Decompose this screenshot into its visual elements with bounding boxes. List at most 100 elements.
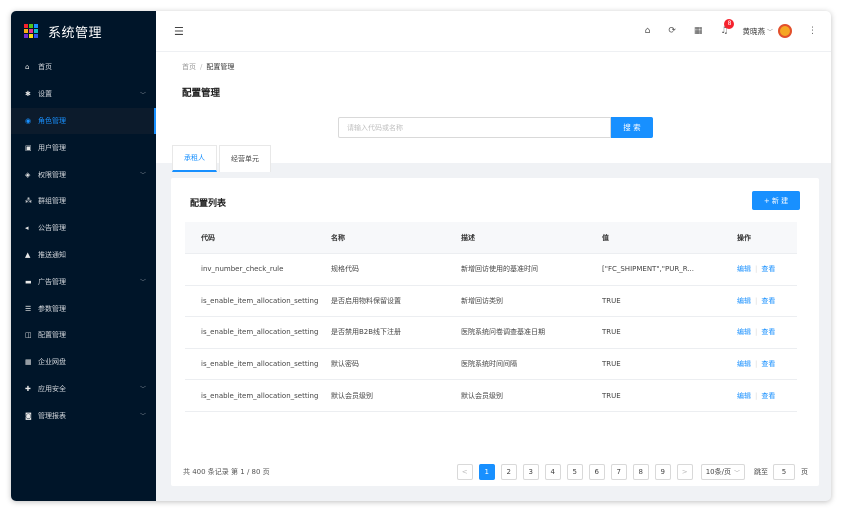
security-icon: ✚: [25, 384, 31, 393]
sidebar-item-5[interactable]: ◈ 权限管理 ﹀: [11, 161, 156, 188]
role-icon: ◉: [25, 116, 32, 125]
action-separator: |: [755, 391, 758, 400]
view-link[interactable]: 查看: [761, 360, 775, 368]
sidebar-item-label: 首页: [38, 63, 52, 72]
app-grid-logo-icon: [24, 24, 38, 38]
sidebar-item-12[interactable]: ▦ 企业网盘: [11, 349, 156, 376]
breadcrumb-home[interactable]: 首页: [182, 63, 196, 71]
page-button[interactable]: 1: [478, 464, 495, 480]
user-icon: ▣: [25, 143, 32, 152]
page-head: 首页/配置管理 配置管理 搜 索 承租人经营单元: [156, 51, 831, 172]
page-button[interactable]: 6: [588, 464, 605, 480]
action-separator: |: [755, 265, 758, 274]
table-row: inv_number_check_rule 规格代码 新增回访使用的基准时间 ["FC…: [185, 254, 797, 286]
table-cell: is_enable_item_allocation_setting: [201, 391, 319, 400]
sidebar-item-9[interactable]: ▬ 广告管理 ﹀: [11, 268, 156, 295]
column-header: 操作: [737, 233, 751, 242]
config-table: 代码 名称 描述 值 操作 inv_number_check_rule 规格代码 新增回访使…: [185, 222, 797, 412]
view-link[interactable]: 查看: [761, 297, 775, 305]
apps-icon[interactable]: ▦: [694, 26, 703, 36]
edit-link[interactable]: 编辑: [737, 265, 751, 273]
logo-dot: [24, 24, 28, 28]
new-button[interactable]: + 新 建: [752, 191, 800, 210]
search-button[interactable]: 搜 索: [611, 117, 653, 138]
sidebar-item-2[interactable]: ✱ 设置 ﹀: [11, 81, 156, 108]
logo-dot: [24, 34, 28, 38]
page-button[interactable]: 9: [654, 464, 671, 480]
speaker-icon: ◂: [25, 224, 29, 233]
table-cell: 默认密码: [331, 360, 359, 369]
action-separator: |: [755, 360, 758, 369]
gear-icon: ✱: [25, 90, 31, 99]
header-actions: ⌂ ⟳ ▦ ♫ 8 黄晓燕 ﹀ ⋮: [627, 19, 817, 38]
breadcrumb-current: 配置管理: [206, 63, 235, 71]
sidebar-item-8[interactable]: ▲ 推送通知: [11, 242, 156, 269]
page-button[interactable]: 3: [522, 464, 539, 480]
chevron-down-icon: ﹀: [139, 279, 146, 287]
sidebar-item-1[interactable]: ⌂ 首页: [11, 54, 156, 81]
view-link[interactable]: 查看: [761, 392, 775, 400]
chevron-down-icon: ﹀: [139, 91, 146, 99]
sidebar-item-6[interactable]: ⁂ 群组管理: [11, 188, 156, 215]
sidebar-item-11[interactable]: ◫ 配置管理: [11, 322, 156, 349]
table-cell: is_enable_item_allocation_setting: [201, 328, 319, 337]
user-menu[interactable]: 黄晓燕 ﹀: [742, 24, 792, 38]
avatar[interactable]: [778, 24, 792, 38]
report-icon: ◙: [25, 411, 32, 420]
edit-link[interactable]: 编辑: [737, 392, 751, 400]
jump-label: 跳至: [754, 468, 768, 476]
sidebar-item-label: 用户管理: [38, 143, 66, 152]
view-link[interactable]: 查看: [761, 265, 775, 273]
search-input[interactable]: [338, 117, 611, 138]
tab-2[interactable]: 经营单元: [219, 145, 271, 172]
column-header: 代码: [201, 233, 215, 242]
chevron-down-icon: ﹀: [139, 172, 146, 180]
page-button[interactable]: 5: [566, 464, 583, 480]
edit-link[interactable]: 编辑: [737, 328, 751, 336]
page-button[interactable]: 7: [610, 464, 627, 480]
config-icon: ◫: [25, 331, 32, 340]
refresh-icon[interactable]: ⟳: [668, 26, 676, 36]
menu-toggle-icon[interactable]: ☰: [174, 25, 184, 38]
sidebar-item-10[interactable]: ☰ 参数管理: [11, 295, 156, 322]
page-button[interactable]: 2: [500, 464, 517, 480]
tab-1[interactable]: 承租人: [172, 145, 217, 172]
jump-page-input[interactable]: [773, 464, 795, 480]
more-vertical-icon[interactable]: ⋮: [808, 26, 817, 36]
group-icon: ⁂: [25, 197, 32, 206]
page-size-value: 10条/页: [705, 468, 731, 476]
chevron-down-icon: ﹀: [766, 28, 773, 36]
column-header: 值: [602, 233, 609, 242]
page-button[interactable]: 4: [544, 464, 561, 480]
config-list-card: 配置列表 + 新 建 代码 名称 描述 值 操作 inv_number_check_ru…: [171, 178, 819, 486]
logo-dot: [29, 24, 33, 28]
home-icon: ⌂: [25, 63, 30, 72]
prev-page-button[interactable]: <: [456, 464, 473, 480]
view-link[interactable]: 查看: [761, 328, 775, 336]
edit-link[interactable]: 编辑: [737, 360, 751, 368]
home-icon[interactable]: ⌂: [645, 26, 651, 36]
table-cell: ["FC_SHIPMENT","PUR_R...: [602, 265, 694, 274]
top-header: ☰ ⌂ ⟳ ▦ ♫ 8 黄晓燕 ﹀ ⋮: [156, 11, 831, 51]
edit-link[interactable]: 编辑: [737, 297, 751, 305]
next-page-button[interactable]: >: [676, 464, 693, 480]
user-name: 黄晓燕: [742, 26, 765, 36]
disk-icon: ▦: [25, 358, 32, 367]
sidebar-item-label: 权限管理: [38, 170, 66, 179]
pagination-summary: 共 400 条记录 第 1 / 80 页: [183, 468, 270, 476]
page-size-select[interactable]: 10条/页 ﹀: [700, 464, 745, 480]
sidebar-item-4[interactable]: ▣ 用户管理: [11, 134, 156, 161]
sidebar-item-3[interactable]: ◉ 角色管理: [11, 107, 156, 135]
brand: 系统管理: [11, 11, 156, 51]
table-cell: 是否禁用B2B线下注册: [331, 328, 402, 337]
sidebar-item-7[interactable]: ◂ 公告管理: [11, 215, 156, 242]
sidebar-item-14[interactable]: ◙ 管理报表 ﹀: [11, 402, 156, 429]
notification-bell-icon[interactable]: ♫ 8: [720, 19, 735, 36]
pagination: 共 400 条记录 第 1 / 80 页 <1 2 3 4 5 6 7 8 9 >10条/页 ﹀ 跳至…: [183, 462, 808, 482]
sidebar-item-13[interactable]: ✚ 应用安全 ﹀: [11, 376, 156, 403]
page-title: 配置管理: [182, 88, 221, 99]
table-row: is_enable_item_allocation_setting 是否禁用B2B…: [185, 317, 797, 349]
page-button[interactable]: 8: [632, 464, 649, 480]
table-row: is_enable_item_allocation_setting 默认会员级别 默…: [185, 380, 797, 412]
card-title: 配置列表: [190, 199, 227, 209]
